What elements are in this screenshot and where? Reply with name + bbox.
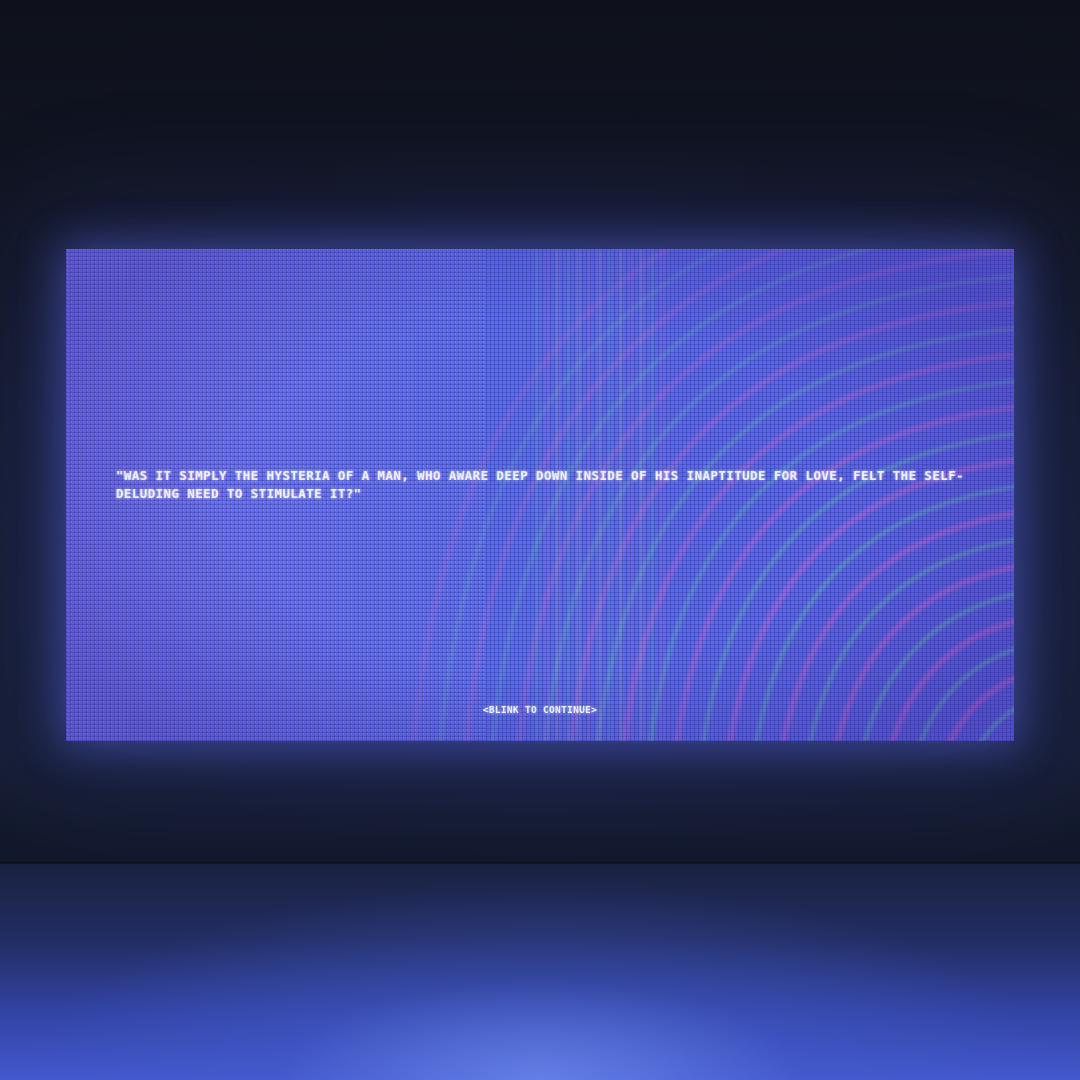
quote-text: "WAS IT SIMPLY THE HYSTERIA OF A MAN, WH… xyxy=(116,468,965,501)
floor-reflection xyxy=(0,864,1080,1080)
room-scene: "WAS IT SIMPLY THE HYSTERIA OF A MAN, WH… xyxy=(0,0,1080,1080)
display-screen: "WAS IT SIMPLY THE HYSTERIA OF A MAN, WH… xyxy=(66,249,1014,741)
continue-prompt[interactable]: <BLINK TO CONTINUE> xyxy=(66,705,1014,716)
